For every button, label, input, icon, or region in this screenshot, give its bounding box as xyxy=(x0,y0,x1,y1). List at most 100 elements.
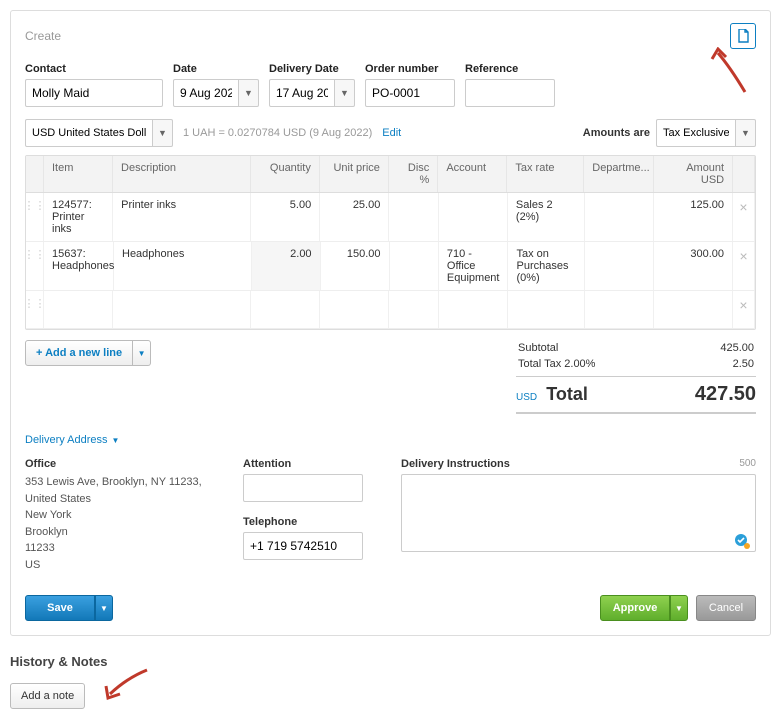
cell-tax[interactable]: Sales 2 (2%) xyxy=(508,193,585,241)
delete-row-icon[interactable]: × xyxy=(733,291,755,328)
drag-handle-icon[interactable]: ⋮⋮ xyxy=(26,291,44,328)
amounts-are-select[interactable] xyxy=(656,119,736,147)
date-input[interactable] xyxy=(173,79,239,107)
contact-label: Contact xyxy=(25,63,163,75)
address-line: Brooklyn xyxy=(25,524,215,541)
cell-price[interactable] xyxy=(320,291,389,328)
col-amount: Amount USD xyxy=(654,156,733,192)
attach-file-button[interactable] xyxy=(730,23,756,49)
delivery-date-input[interactable] xyxy=(269,79,335,107)
col-department: Departme... xyxy=(584,156,654,192)
date-dropdown[interactable]: ▼ xyxy=(239,79,259,107)
col-account: Account xyxy=(438,156,507,192)
cell-dept[interactable] xyxy=(585,291,654,328)
cell-account[interactable] xyxy=(439,291,508,328)
delete-row-icon[interactable]: × xyxy=(733,242,755,290)
add-note-button[interactable]: Add a note xyxy=(10,683,85,709)
cell-dept[interactable] xyxy=(585,193,654,241)
create-card: Create Contact Date ▼ Delivery Date ▼ Or… xyxy=(10,10,771,636)
cell-qty[interactable]: 2.00 xyxy=(252,242,321,290)
grammarly-icon xyxy=(734,533,750,549)
address-line: New York xyxy=(25,507,215,524)
edit-rate-link[interactable]: Edit xyxy=(382,127,401,139)
delivery-date-dropdown[interactable]: ▼ xyxy=(335,79,355,107)
amounts-are-dropdown[interactable]: ▼ xyxy=(736,119,756,147)
file-icon xyxy=(737,29,749,43)
col-tax-rate: Tax rate xyxy=(507,156,584,192)
delivery-section: Office 353 Lewis Ave, Brooklyn, NY 11233… xyxy=(25,458,756,573)
save-dropdown[interactable]: ▼ xyxy=(95,595,113,621)
line-row[interactable]: ⋮⋮ × xyxy=(26,291,755,329)
cell-tax[interactable]: Tax on Purchases (0%) xyxy=(508,242,585,290)
save-button[interactable]: Save xyxy=(25,595,95,621)
history-section: History & Notes Add a note xyxy=(10,654,771,709)
cell-disc[interactable] xyxy=(389,193,438,241)
card-title: Create xyxy=(25,29,61,43)
cell-account[interactable]: 710 - Office Equipment xyxy=(439,242,509,290)
delivery-date-field: Delivery Date ▼ xyxy=(269,63,355,107)
date-field: Date ▼ xyxy=(173,63,259,107)
col-disc: Disc % xyxy=(389,156,438,192)
total-value: 427.50 xyxy=(695,383,756,406)
cell-item[interactable]: 15637: Headphones xyxy=(44,242,114,290)
add-new-line-button[interactable]: + Add a new line xyxy=(25,340,133,366)
telephone-input[interactable] xyxy=(243,532,363,560)
cell-price[interactable]: 150.00 xyxy=(321,242,390,290)
cell-amount: 300.00 xyxy=(654,242,733,290)
totals-panel: Subtotal 425.00 Total Tax 2.00% 2.50 USD… xyxy=(516,340,756,414)
cell-description[interactable] xyxy=(113,291,251,328)
cell-account[interactable] xyxy=(439,193,508,241)
contact-input[interactable] xyxy=(25,79,163,107)
reference-field: Reference xyxy=(465,63,555,107)
cell-qty[interactable]: 5.00 xyxy=(251,193,320,241)
cell-description[interactable]: Headphones xyxy=(114,242,252,290)
address-line: 353 Lewis Ave, Brooklyn, NY 11233, Unite… xyxy=(25,474,215,507)
footer-buttons: Save ▼ Approve ▼ Cancel xyxy=(25,595,756,621)
cell-amount xyxy=(654,291,733,328)
cell-disc[interactable] xyxy=(389,291,438,328)
delivery-instructions-input[interactable] xyxy=(401,474,756,552)
currency-select[interactable] xyxy=(25,119,153,147)
grid-header: Item Description Quantity Unit price Dis… xyxy=(26,156,755,193)
order-number-label: Order number xyxy=(365,63,455,75)
attention-input[interactable] xyxy=(243,474,363,502)
cell-dept[interactable] xyxy=(585,242,654,290)
currency-dropdown[interactable]: ▼ xyxy=(153,119,173,147)
subtotal-label: Subtotal xyxy=(518,342,558,354)
cell-disc[interactable] xyxy=(390,242,439,290)
delete-row-icon[interactable]: × xyxy=(733,193,755,241)
telephone-label: Telephone xyxy=(243,516,373,528)
annotation-arrow-bottom xyxy=(102,668,152,702)
col-unit-price: Unit price xyxy=(320,156,389,192)
header-fields-row: Contact Date ▼ Delivery Date ▼ Order num… xyxy=(25,63,756,107)
approve-button[interactable]: Approve xyxy=(600,595,670,621)
cell-price[interactable]: 25.00 xyxy=(320,193,389,241)
tax-value: 2.50 xyxy=(733,358,754,370)
cell-qty[interactable] xyxy=(251,291,320,328)
line-row[interactable]: ⋮⋮ 124577: Printer inks Printer inks 5.0… xyxy=(26,193,755,242)
reference-label: Reference xyxy=(465,63,555,75)
contact-field: Contact xyxy=(25,63,163,107)
total-label: Total xyxy=(546,384,588,404)
add-new-line-dropdown[interactable]: ▼ xyxy=(133,340,151,366)
delivery-address-link[interactable]: Delivery Address▼ xyxy=(25,434,119,446)
reference-input[interactable] xyxy=(465,79,555,107)
col-item: Item xyxy=(44,156,113,192)
order-number-input[interactable] xyxy=(365,79,455,107)
cancel-button[interactable]: Cancel xyxy=(696,595,756,621)
line-row[interactable]: ⋮⋮ 15637: Headphones Headphones 2.00 150… xyxy=(26,242,755,291)
amounts-are-label: Amounts are xyxy=(583,127,650,139)
currency-row: ▼ 1 UAH = 0.0270784 USD (9 Aug 2022) Edi… xyxy=(25,119,756,147)
attention-label: Attention xyxy=(243,458,373,470)
cell-item[interactable] xyxy=(44,291,113,328)
delivery-instructions-label: Delivery Instructions xyxy=(401,458,510,470)
cell-tax[interactable] xyxy=(508,291,585,328)
subtotal-value: 425.00 xyxy=(720,342,754,354)
line-items-grid: Item Description Quantity Unit price Dis… xyxy=(25,155,756,330)
drag-handle-icon[interactable]: ⋮⋮ xyxy=(26,242,44,290)
cell-item[interactable]: 124577: Printer inks xyxy=(44,193,113,241)
cell-description[interactable]: Printer inks xyxy=(113,193,251,241)
drag-handle-icon[interactable]: ⋮⋮ xyxy=(26,193,44,241)
approve-dropdown[interactable]: ▼ xyxy=(670,595,688,621)
col-quantity: Quantity xyxy=(251,156,320,192)
